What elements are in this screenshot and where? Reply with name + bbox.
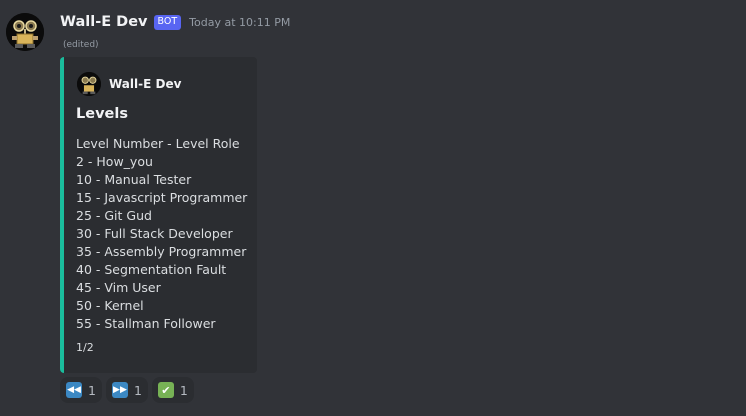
fast-forward-icon: ▶▶ (111, 382, 128, 398)
reaction-count: 1 (88, 382, 96, 398)
level-line: 15 - Javascript Programmer (76, 190, 248, 205)
bot-badge: BOT (153, 14, 182, 30)
embed-title: Levels (76, 106, 128, 122)
reaction-count: 1 (133, 382, 142, 398)
embed-author-name: Wall-E Dev (109, 77, 182, 91)
level-line: 55 - Stallman Follower (76, 316, 216, 331)
embed-footer-page: 1/2 (76, 341, 94, 354)
level-line: 40 - Segmentation Fault (76, 262, 227, 277)
embed-author-avatar-icon (77, 72, 101, 96)
message-header: Wall-E Dev BOT Today at 10:11 PM (60, 12, 290, 32)
level-line: 45 - Vim User (76, 280, 161, 295)
embed-description: Level Number - Level Role 2 - How_you 10… (76, 135, 247, 333)
level-line: 10 - Manual Tester (76, 172, 192, 187)
reaction-count: 1 (179, 382, 188, 398)
check-mark-icon: ✔ (157, 382, 174, 398)
embed-author: Wall-E Dev (77, 72, 181, 96)
level-line: 50 - Kernel (76, 298, 144, 313)
reactions-bar: ◀◀ 1 ▶▶ 1 ✔ 1 (60, 377, 198, 403)
chat-message: Wall-E Dev BOT Today at 10:11 PM (edited… (0, 0, 746, 416)
wall-e-avatar-icon (6, 13, 44, 51)
level-line: 35 - Assembly Programmer (76, 244, 247, 259)
reaction-rewind[interactable]: ◀◀ 1 (60, 377, 102, 403)
embed: Wall-E Dev Levels Level Number - Level R… (60, 57, 257, 373)
reaction-check-mark[interactable]: ✔ 1 (151, 377, 194, 403)
bot-avatar[interactable] (6, 13, 44, 51)
username[interactable]: Wall-E Dev (60, 14, 148, 30)
level-header-line: Level Number - Level Role (76, 136, 240, 151)
edited-label: (edited) (63, 40, 99, 50)
reaction-fast-forward[interactable]: ▶▶ 1 (105, 377, 148, 403)
level-line: 25 - Git Gud (76, 208, 152, 223)
level-line: 2 - How_you (76, 154, 153, 169)
message-timestamp[interactable]: Today at 10:11 PM (189, 16, 290, 29)
level-line: 30 - Full Stack Developer (76, 226, 233, 241)
rewind-icon: ◀◀ (66, 382, 82, 398)
